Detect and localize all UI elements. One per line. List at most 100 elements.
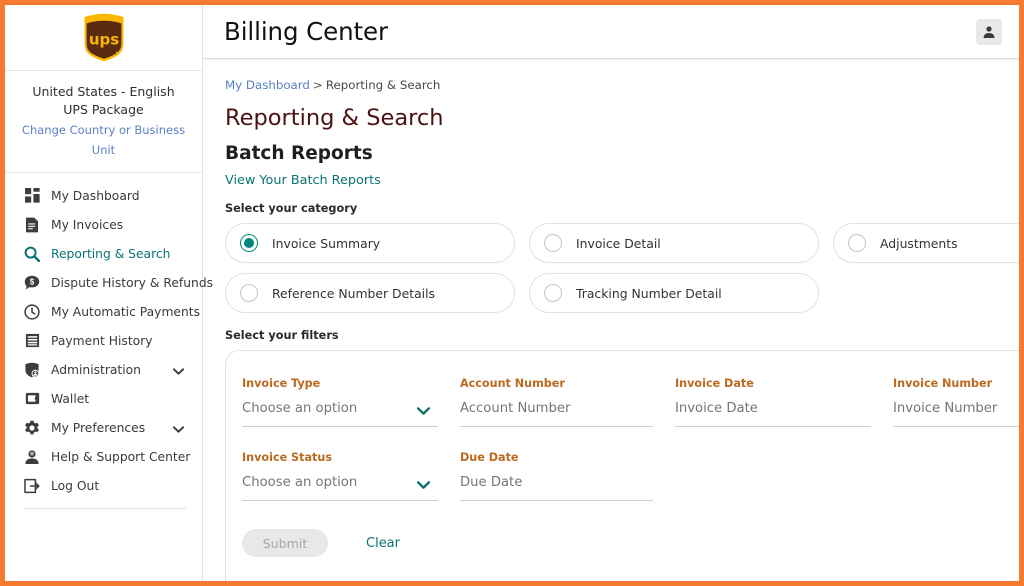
gear-icon [23,419,41,437]
category-option-reference-number-details[interactable]: Reference Number Details [225,273,515,313]
sidebar-item-label: Dispute History & Refunds [51,275,214,290]
filter-control-due-date[interactable]: Due Date [460,474,653,501]
sidebar-item-my-dashboard[interactable]: My Dashboard [5,181,202,210]
chevron-down-icon[interactable] [416,401,431,420]
filter-control-invoice-type[interactable]: Choose an option [242,400,438,427]
top-bar: Billing Center [203,5,1019,59]
sidebar-item-label: Log Out [51,478,100,493]
radio-button[interactable] [848,234,866,252]
filter-field-invoice-type: Invoice Type Choose an option [242,377,460,427]
radio-button[interactable] [240,284,258,302]
filters-panel: Invoice Type Choose an option Account Numb… [225,350,1019,581]
sidebar-item-help-support-center[interactable]: Help & Support Center [5,442,202,471]
filter-value[interactable]: Invoice Date [675,400,871,417]
filter-value[interactable]: Choose an option [242,400,438,417]
sidebar-item-dispute-history-refunds[interactable]: $ Dispute History & Refunds [5,268,213,297]
filter-label: Due Date [460,451,519,464]
section-heading: Reporting & Search [225,105,444,131]
submit-button[interactable]: Submit [242,529,328,557]
category-option-label: Invoice Summary [272,235,381,251]
locale-country: United States - English [32,84,175,99]
chevron-down-icon[interactable] [172,418,185,437]
locale-block: United States - English UPS Package Chan… [5,71,202,173]
filter-value[interactable]: Choose an option [242,474,438,491]
filter-field-due-date: Due Date Due Date [460,451,675,501]
filter-field-invoice-number: Invoice Number Invoice Number [893,377,1019,427]
sidebar-item-label: Reporting & Search [51,246,171,261]
category-option-label: Tracking Number Detail [576,285,722,301]
sidebar-item-administration[interactable]: Administration [5,355,202,384]
filter-control-account-number[interactable]: Account Number [460,400,653,427]
chevron-down-icon[interactable] [416,475,431,494]
main-area: Billing Center My Dashboard > Reporting & … [203,5,1019,581]
sidebar-item-reporting-search[interactable]: Reporting & Search [5,239,202,268]
breadcrumb-current: Reporting & Search [325,78,441,92]
app-window: ups United States - English UPS Package … [0,0,1024,586]
view-batch-reports-link[interactable]: View Your Batch Reports [225,173,381,188]
sidebar-item-wallet[interactable]: Wallet [5,384,202,413]
filter-field-invoice-date: Invoice Date Invoice Date [675,377,893,427]
category-option-label: Reference Number Details [272,285,436,301]
category-option-tracking-number-detail[interactable]: Tracking Number Detail [529,273,819,313]
filter-control-invoice-date[interactable]: Invoice Date [675,400,871,427]
filter-label: Invoice Type [242,377,321,390]
filter-actions: Submit Clear [242,529,1019,557]
logout-icon [23,477,41,495]
user-avatar-icon[interactable] [976,18,1002,45]
category-option-label: Adjustments [880,235,958,251]
breadcrumb-link-dashboard[interactable]: My Dashboard [225,78,310,92]
search-icon [23,245,41,263]
filter-field-invoice-status: Invoice Status Choose an option [242,451,460,501]
change-country-link[interactable]: Change Country or Business Unit [13,120,194,160]
sidebar-item-my-invoices[interactable]: My Invoices [5,210,202,239]
sidebar-item-payment-history[interactable]: Payment History [5,326,202,355]
wallet-icon [23,390,41,408]
filter-label: Invoice Number [893,377,993,390]
category-option-invoice-detail[interactable]: Invoice Detail [529,223,819,263]
page-title: Billing Center [224,17,388,46]
person-glyph-icon [983,25,995,38]
category-option-invoice-summary[interactable]: Invoice Summary [225,223,515,263]
sidebar-item-my-automatic-payments[interactable]: My Automatic Payments [5,297,202,326]
svg-text:$: $ [30,277,35,286]
dashboard-grid-icon [23,187,41,205]
filter-control-invoice-status[interactable]: Choose an option [242,474,438,501]
category-option-adjustments[interactable]: Adjustments [833,223,1019,263]
money-chat-icon: $ [23,274,41,292]
ledger-icon [23,332,41,350]
breadcrumb-separator: > [312,78,323,92]
batch-reports-heading: Batch Reports [225,143,373,164]
sidebar-item-my-preferences[interactable]: My Preferences [5,413,202,442]
filter-label: Invoice Date [675,377,754,390]
clear-button[interactable]: Clear [366,536,400,551]
shield-user-icon [23,361,41,379]
filter-row: Invoice Type Choose an option Account Numb… [242,377,1019,427]
sidebar-item-label: My Dashboard [51,188,140,203]
sidebar-item-label: My Preferences [51,420,146,435]
filter-control-invoice-number[interactable]: Invoice Number [893,400,1019,427]
filter-value[interactable]: Account Number [460,400,653,417]
category-option-label: Invoice Detail [576,235,661,251]
radio-button[interactable] [544,234,562,252]
svg-text:ups: ups [88,31,118,49]
sidebar-nav: My Dashboard My Invoices Reporting & Searc… [5,173,213,500]
sidebar-item-label: Payment History [51,333,153,348]
clock-icon [23,303,41,321]
category-radio-group: Invoice Summary Invoice Detail Adjustments… [225,223,1019,313]
select-filters-label: Select your filters [225,329,339,342]
sidebar-item-label: Wallet [51,391,90,406]
ups-logo[interactable]: ups [5,5,202,71]
filter-row: Invoice Status Choose an option Due Date Du… [242,451,1019,501]
sidebar-item-label: My Automatic Payments [51,304,201,319]
sidebar-item-log-out[interactable]: Log Out [5,471,202,500]
filter-field-account-number: Account Number Account Number [460,377,675,427]
chevron-down-icon[interactable] [172,360,185,379]
radio-button[interactable] [240,234,258,252]
content-area: My Dashboard > Reporting & Search Reportin… [203,59,1019,581]
ups-shield-icon: ups [84,13,123,62]
filter-label: Invoice Status [242,451,332,464]
filter-label: Account Number [460,377,565,390]
filter-value[interactable]: Invoice Number [893,400,1019,417]
filter-value[interactable]: Due Date [460,474,653,491]
radio-button[interactable] [544,284,562,302]
